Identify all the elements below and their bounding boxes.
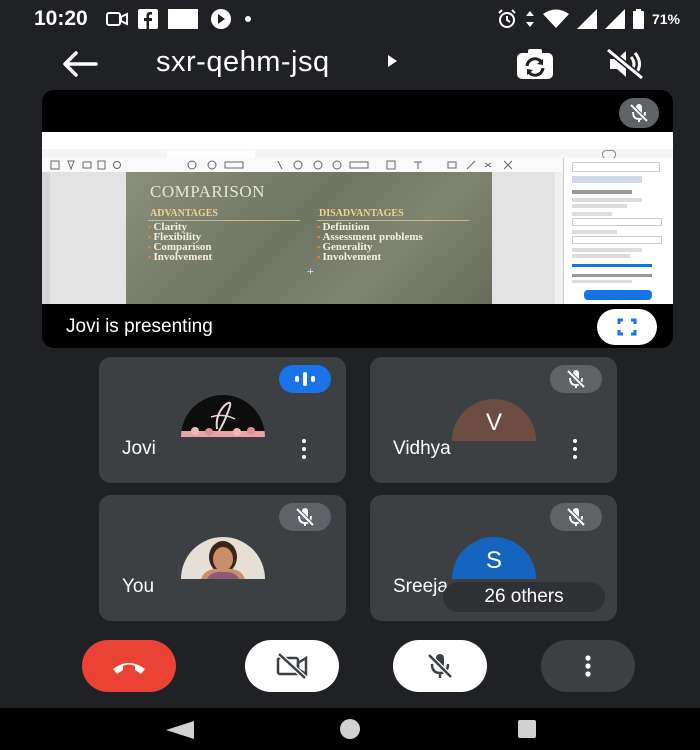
- shared-screen: COMPARISON ADVANTAGES Clarity Flexibilit…: [42, 132, 673, 304]
- advantages-list: Clarity Flexibility Comparison Involveme…: [148, 222, 212, 263]
- acrobat-trial-button: [584, 290, 652, 300]
- fullscreen-icon: [617, 318, 637, 336]
- participant-name: Sreeja: [393, 576, 448, 597]
- notification-icons: [106, 9, 252, 29]
- meeting-code[interactable]: sxr-qehm-jsq: [156, 46, 330, 79]
- speaker-off-icon[interactable]: [604, 46, 646, 82]
- android-nav-bar: [0, 708, 700, 750]
- disadvantages-heading: DISADVANTAGES: [319, 208, 404, 219]
- back-arrow-icon[interactable]: [60, 46, 100, 82]
- others-count-pill[interactable]: 26 others: [443, 582, 605, 612]
- nav-recents-icon[interactable]: [518, 720, 536, 738]
- camera-toggle-button[interactable]: [245, 640, 339, 692]
- meeting-details-caret-icon[interactable]: [388, 55, 397, 67]
- participant-tile-vidhya[interactable]: V Vidhya: [370, 357, 617, 483]
- acrobat-tools-pane: [563, 158, 673, 304]
- hang-up-icon: [113, 663, 145, 674]
- document-area: COMPARISON ADVANTAGES Clarity Flexibilit…: [50, 172, 555, 304]
- microphone-toggle-button[interactable]: [393, 640, 487, 692]
- meeting-header: sxr-qehm-jsq: [0, 38, 700, 90]
- more-options-button[interactable]: [541, 640, 635, 692]
- speaking-indicator-icon: [279, 365, 331, 393]
- avatar: [181, 395, 265, 437]
- avatar: S: [452, 537, 536, 579]
- leave-call-button[interactable]: [82, 640, 176, 692]
- monogram-avatar-image: [181, 401, 265, 437]
- presentation-card[interactable]: COMPARISON ADVANTAGES Clarity Flexibilit…: [42, 90, 673, 348]
- avatar: [181, 537, 265, 579]
- camera-off-icon: [276, 652, 308, 680]
- profile-photo: [201, 541, 245, 579]
- mic-off-icon: [566, 369, 586, 389]
- nav-home-icon[interactable]: [340, 719, 360, 739]
- participant-tile-you[interactable]: You: [99, 495, 346, 621]
- youtube-icon: [211, 9, 231, 29]
- alarm-icon: [498, 9, 516, 28]
- mic-off-icon: [566, 507, 586, 527]
- presenting-label: Jovi is presenting: [66, 316, 213, 337]
- more-options-icon[interactable]: [302, 439, 306, 459]
- video-call-icon: [106, 12, 128, 26]
- disadvantages-list: Definition Assessment problems Generalit…: [317, 222, 423, 263]
- system-icons: 71%: [497, 9, 680, 29]
- nav-back-icon[interactable]: [166, 721, 194, 739]
- presenter-muted-badge: [619, 98, 659, 128]
- data-transfer-icon: [525, 11, 534, 27]
- muted-badge: [550, 503, 602, 531]
- status-bar: 10:20 71%: [0, 0, 700, 38]
- avatar: V: [452, 399, 536, 441]
- list-item: Involvement: [148, 252, 212, 263]
- more-vertical-icon: [585, 655, 591, 677]
- participant-name: You: [122, 576, 155, 597]
- presentation-slide: COMPARISON ADVANTAGES Clarity Flexibilit…: [126, 172, 492, 304]
- acrobat-tab-strip: [42, 149, 673, 159]
- battery-percent: 71%: [651, 11, 680, 27]
- participant-tile-jovi[interactable]: Jovi: [99, 357, 346, 483]
- status-time: 10:20: [34, 7, 88, 30]
- switch-camera-icon[interactable]: [514, 46, 556, 82]
- acrobat-title-bar: [42, 132, 673, 141]
- mic-off-icon: [629, 103, 649, 123]
- slide-title: COMPARISON: [150, 182, 265, 201]
- signal-icon: [576, 9, 597, 29]
- cursor-crosshair-icon: +: [307, 264, 314, 278]
- acrobat-left-rail: [42, 172, 50, 304]
- more-options-icon[interactable]: [573, 439, 577, 459]
- signal-icon-2: [604, 9, 625, 29]
- advantages-heading: ADVANTAGES: [150, 208, 218, 219]
- facebook-icon: [138, 9, 158, 29]
- participant-name: Vidhya: [393, 438, 451, 459]
- mic-off-icon: [427, 653, 453, 679]
- wifi-icon: [542, 9, 569, 28]
- list-item: Involvement: [317, 252, 423, 263]
- mic-off-icon: [295, 507, 315, 527]
- muted-badge: [279, 503, 331, 531]
- media-block-icon: [168, 9, 198, 29]
- muted-badge: [550, 365, 602, 393]
- dot-icon: [245, 16, 251, 22]
- participant-name: Jovi: [122, 438, 156, 459]
- acrobat-menu-bar: [42, 141, 673, 149]
- fullscreen-button[interactable]: [597, 309, 657, 345]
- battery-icon: [632, 9, 644, 29]
- acrobat-scrollbar: [555, 172, 563, 304]
